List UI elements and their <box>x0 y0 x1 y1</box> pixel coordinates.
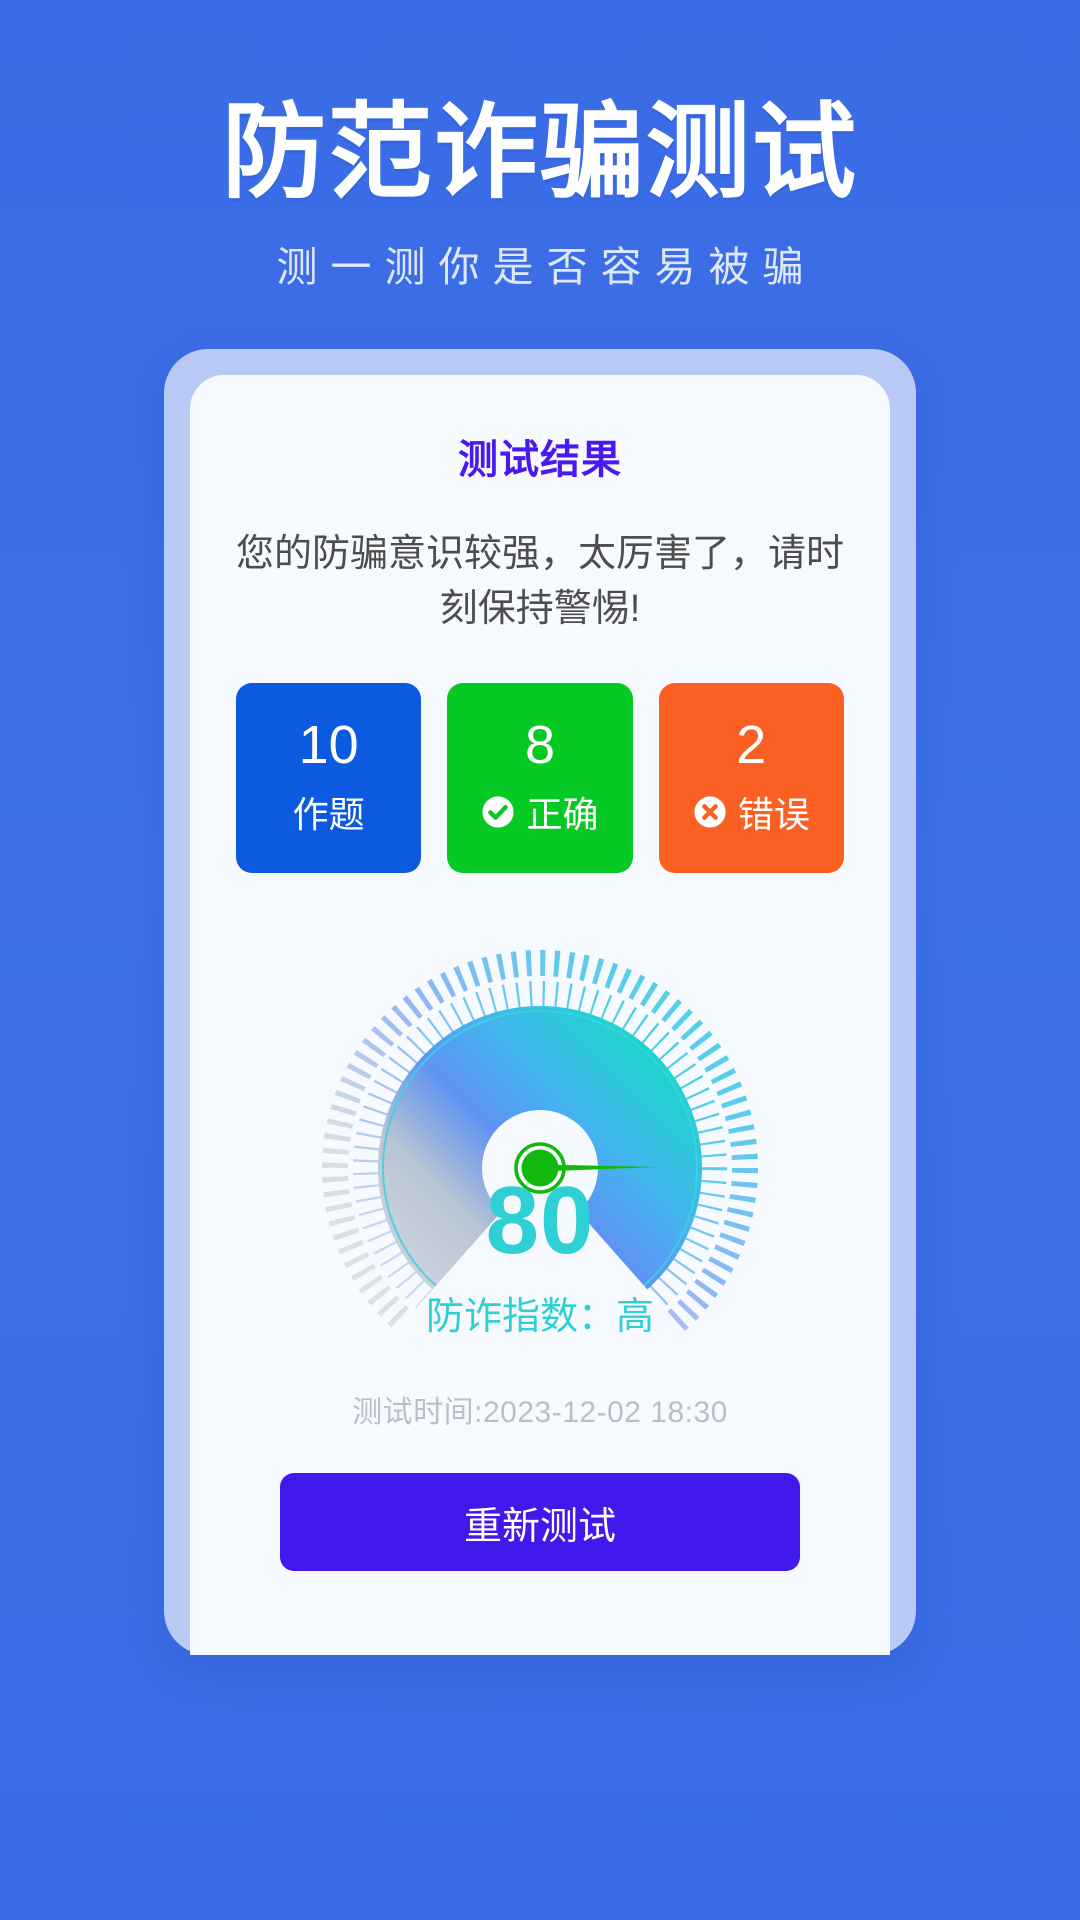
page-subtitle: 测一测你是否容易被骗 <box>276 244 817 291</box>
check-circle-icon <box>481 795 515 829</box>
stat-value-wrong: 2 <box>736 715 767 776</box>
gauge-score-value: 80 <box>485 1167 595 1275</box>
stat-value-total: 10 <box>298 715 359 776</box>
score-gauge: 80 防诈指数：高 <box>305 933 775 1387</box>
stat-box-wrong: 2 错误 <box>658 683 844 874</box>
stat-label-total: 作题 <box>292 794 365 836</box>
page-header: 防范诈骗测试 测一测你是否容易被骗 <box>0 0 1080 293</box>
stat-label-wrong: 错误 <box>737 794 810 836</box>
result-card-frame: 测试结果 您的防骗意识较强，太厉害了，请时刻保持警惕! 10 作题 8 正确 2… <box>164 349 916 1656</box>
result-card-title: 测试结果 <box>458 438 622 483</box>
x-circle-icon <box>693 795 727 829</box>
stat-label-row-correct: 正确 <box>481 786 599 838</box>
stat-value-correct: 8 <box>524 715 556 776</box>
stat-label-row-total: 作题 <box>293 786 365 838</box>
stat-label-row-wrong: 错误 <box>693 786 810 838</box>
stat-box-correct: 8 正确 <box>447 683 633 874</box>
stats-row: 10 作题 8 正确 2 错误 <box>236 683 844 874</box>
page-title: 防范诈骗测试 <box>221 91 858 213</box>
stat-label-correct: 正确 <box>526 794 599 836</box>
retest-button[interactable]: 重新测试 <box>280 1473 800 1572</box>
result-description: 您的防骗意识较强，太厉害了，请时刻保持警惕! <box>236 533 845 631</box>
stat-box-total: 10 作题 <box>236 683 422 874</box>
gauge-score-label: 防诈指数：高 <box>425 1296 654 1339</box>
result-card: 测试结果 您的防骗意识较强，太厉害了，请时刻保持警惕! 10 作题 8 正确 2… <box>190 375 890 1656</box>
app-root: 防范诈骗测试 测一测你是否容易被骗 测试结果 您的防骗意识较强，太厉害了，请时刻… <box>0 0 1080 1920</box>
